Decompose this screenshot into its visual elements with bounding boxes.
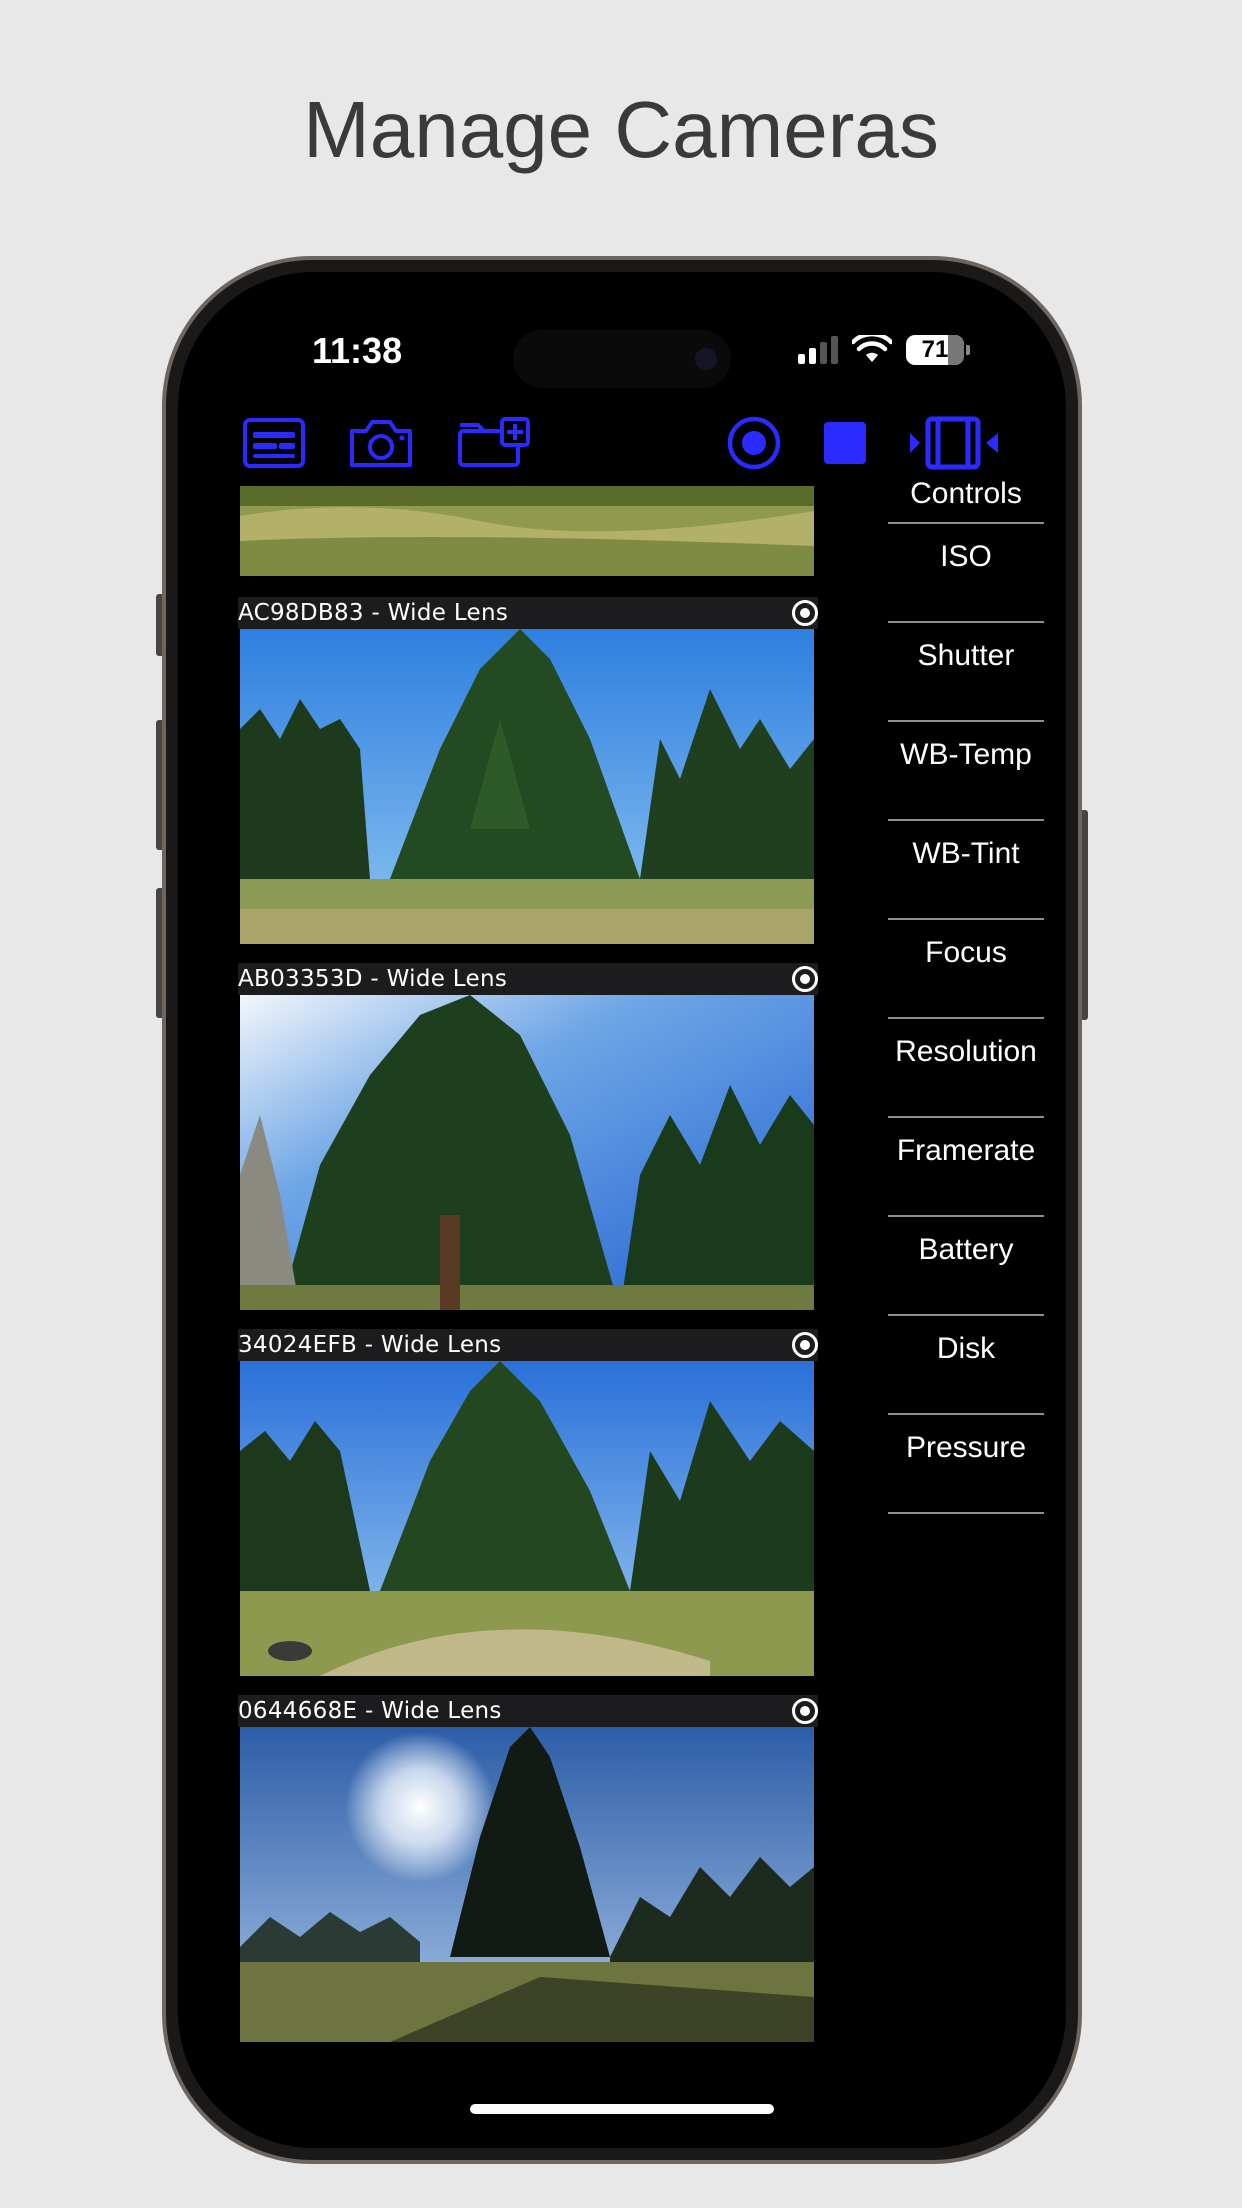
camera-feed-header: AB03353D - Wide Lens <box>238 963 818 995</box>
camera-feed-preview[interactable] <box>240 1727 814 2042</box>
control-item-wb-temp[interactable]: WB-Temp <box>888 720 1044 819</box>
camera-icon <box>350 420 412 467</box>
cellular-signal-icon <box>798 336 838 364</box>
record-indicator-icon[interactable] <box>792 1698 818 1724</box>
control-item-pressure[interactable]: Pressure <box>888 1413 1044 1512</box>
controls-title: Controls <box>910 477 1022 510</box>
control-item-battery[interactable]: Battery <box>888 1215 1044 1314</box>
camera-feed-header: 34024EFB - Wide Lens <box>238 1329 818 1361</box>
control-item-wb-tint[interactable]: WB-Tint <box>888 819 1044 918</box>
dynamic-island <box>513 330 731 388</box>
record-indicator-icon[interactable] <box>792 600 818 626</box>
home-indicator[interactable] <box>470 2104 774 2114</box>
control-item-iso[interactable]: ISO <box>888 522 1044 621</box>
controls-panel: Controls ISO Shutter WB-Temp WB-Tint Foc… <box>888 466 1044 1514</box>
stop-button[interactable] <box>822 410 868 476</box>
battery-icon: 71 <box>906 335 970 365</box>
camera-feed-header: 0644668E - Wide Lens <box>238 1695 818 1727</box>
camera-feed-preview-partial[interactable] <box>240 486 814 576</box>
camera-button[interactable] <box>348 410 414 476</box>
list-panel-button[interactable] <box>242 410 306 476</box>
front-camera-icon <box>695 348 717 370</box>
record-button[interactable] <box>726 410 782 476</box>
stop-icon <box>824 422 866 464</box>
camera-feed-preview[interactable] <box>240 629 814 944</box>
control-item-shutter[interactable]: Shutter <box>888 621 1044 720</box>
camera-feed-list[interactable]: AC98DB83 - Wide Lens AB03353D - Wide Len… <box>238 486 818 2046</box>
record-indicator-icon[interactable] <box>792 966 818 992</box>
controls-panel-icon <box>910 416 998 470</box>
status-time: 11:38 <box>312 330 403 371</box>
battery-level: 71 <box>921 336 949 363</box>
add-folder-button[interactable] <box>458 410 530 476</box>
camera-feed-label: 0644668E - Wide Lens <box>238 1698 502 1724</box>
record-icon <box>727 416 781 470</box>
control-item-resolution[interactable]: Resolution <box>888 1017 1044 1116</box>
camera-feed-preview[interactable] <box>240 1361 814 1676</box>
camera-feed-header: AC98DB83 - Wide Lens <box>238 597 818 629</box>
camera-feed-preview[interactable] <box>240 995 814 1310</box>
phone-screen: 11:38 71 AC98DB83 - Wide Lens AB03353D -… <box>178 272 1066 2148</box>
status-icons: 71 <box>798 332 970 368</box>
list-panel-icon <box>243 418 305 468</box>
page-headline: Manage Cameras <box>303 85 939 174</box>
camera-feed-label: AC98DB83 - Wide Lens <box>238 600 509 626</box>
controls-divider <box>888 1512 1044 1514</box>
add-folder-icon <box>458 417 530 467</box>
control-item-framerate[interactable]: Framerate <box>888 1116 1044 1215</box>
camera-feed-label: AB03353D - Wide Lens <box>238 966 508 992</box>
wifi-icon <box>852 335 892 362</box>
control-item-focus[interactable]: Focus <box>888 918 1044 1017</box>
record-indicator-icon[interactable] <box>792 1332 818 1358</box>
control-item-disk[interactable]: Disk <box>888 1314 1044 1413</box>
camera-feed-label: 34024EFB - Wide Lens <box>238 1332 502 1358</box>
